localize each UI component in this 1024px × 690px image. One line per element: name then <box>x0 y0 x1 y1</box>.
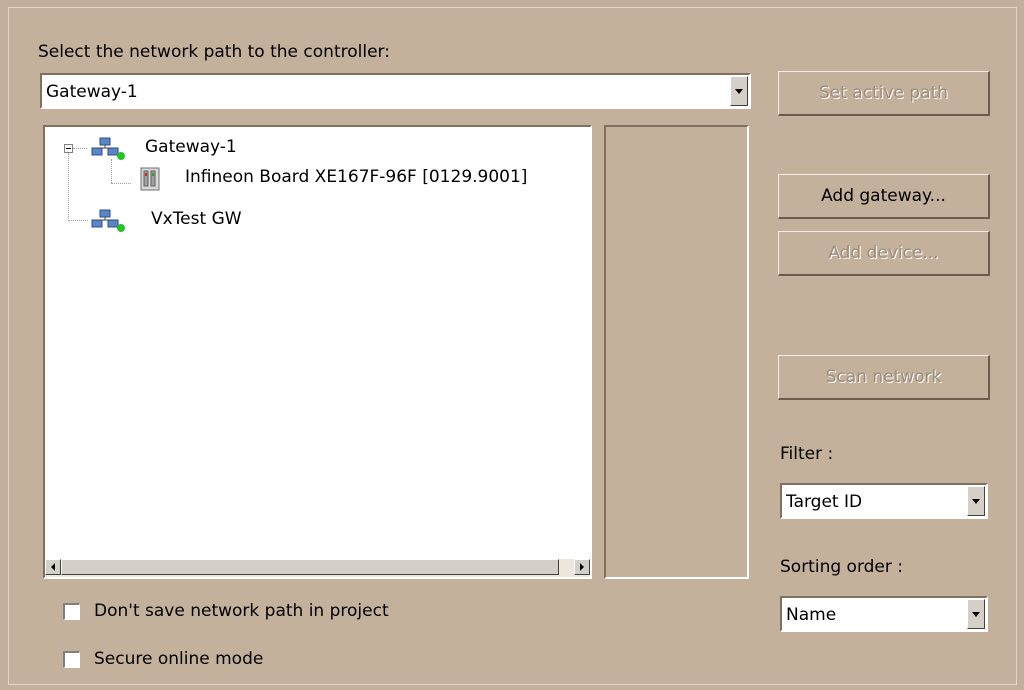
chevron-down-icon <box>972 498 980 504</box>
filter-combo[interactable]: Target ID <box>780 483 988 519</box>
dont-save-path-checkbox[interactable] <box>63 603 80 620</box>
add-gateway-label: Add gateway... <box>821 186 946 206</box>
tree-node-label: Gateway-1 <box>145 137 237 157</box>
set-active-path-label: Set active path <box>818 83 949 103</box>
secure-online-mode-checkbox[interactable] <box>63 651 80 668</box>
add-gateway-button[interactable]: Add gateway... <box>778 174 990 219</box>
collapse-toggle[interactable] <box>64 144 73 153</box>
sorting-combo-value: Name <box>786 605 837 625</box>
scroll-left-button[interactable] <box>45 559 61 575</box>
filter-label: Filter : <box>780 444 834 464</box>
combo-dropdown-button[interactable] <box>967 486 985 516</box>
scan-network-label: Scan network <box>825 367 942 387</box>
chevron-down-icon <box>972 611 980 617</box>
network-path-combo-value: Gateway-1 <box>46 82 138 102</box>
secure-online-mode-label: Secure online mode <box>94 649 264 669</box>
arrow-right-icon <box>580 563 584 571</box>
network-tree[interactable]: Gateway-1 Infineon Board XE167F-96F [012… <box>43 125 592 579</box>
scroll-right-button[interactable] <box>574 559 590 575</box>
network-gateway-icon <box>91 209 125 238</box>
combo-dropdown-button[interactable] <box>967 599 985 629</box>
dont-save-path-label: Don't save network path in project <box>94 601 389 621</box>
tree-node-label: Infineon Board XE167F-96F [0129.9001] <box>185 167 528 187</box>
sorting-order-combo[interactable]: Name <box>780 596 988 632</box>
chevron-down-icon <box>735 88 743 94</box>
tree-connector-line <box>68 220 88 221</box>
network-path-label: Select the network path to the controlle… <box>38 42 390 62</box>
network-gateway-icon <box>91 137 125 166</box>
tree-connector-line <box>111 183 131 184</box>
sorting-order-label: Sorting order : <box>780 557 904 577</box>
controller-device-icon <box>139 167 161 196</box>
scrollbar-thumb[interactable] <box>61 559 559 575</box>
arrow-left-icon <box>51 563 55 571</box>
tree-connector-line <box>68 153 69 221</box>
tree-node-label: VxTest GW <box>151 209 242 229</box>
scan-network-button[interactable]: Scan network <box>778 355 990 400</box>
add-device-label: Add device... <box>828 243 939 263</box>
filter-combo-value: Target ID <box>786 492 863 512</box>
combo-dropdown-button[interactable] <box>730 76 748 106</box>
set-active-path-button[interactable]: Set active path <box>778 71 990 116</box>
network-path-combo[interactable]: Gateway-1 <box>40 73 751 109</box>
detail-pane <box>604 125 749 579</box>
add-device-button[interactable]: Add device... <box>778 231 990 276</box>
horizontal-scrollbar[interactable] <box>45 559 590 577</box>
tree-connector-line <box>73 148 87 149</box>
